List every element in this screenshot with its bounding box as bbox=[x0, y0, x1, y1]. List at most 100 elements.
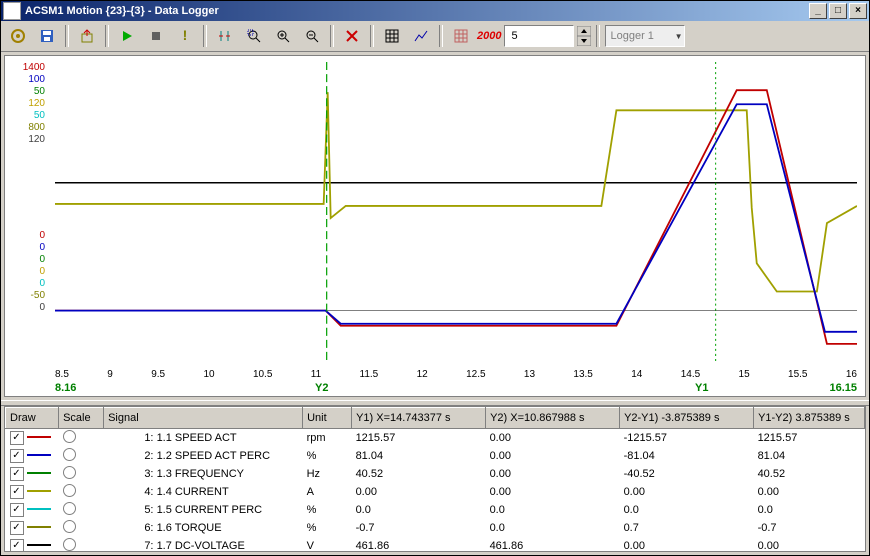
unit-cell: % bbox=[303, 501, 352, 519]
signal-name: 1.7 DC-VOLTAGE bbox=[157, 540, 297, 552]
table-row[interactable]: ✓ 7: 1.7 DC-VOLTAGEV461.86461.860.000.00 bbox=[6, 537, 865, 552]
clear-button[interactable] bbox=[339, 23, 365, 49]
y2-cell: 0.0 bbox=[486, 501, 620, 519]
diff-cell: 0.00 bbox=[620, 537, 754, 552]
scale-radio[interactable] bbox=[63, 448, 76, 461]
signal-name: 1.3 FREQUENCY bbox=[157, 468, 297, 480]
signal-table: Draw Scale Signal Unit Y1) X=14.743377 s… bbox=[5, 407, 865, 552]
draw-checkbox[interactable]: ✓ bbox=[10, 503, 24, 517]
diff2-cell: 1215.57 bbox=[754, 429, 865, 448]
y1-cell: -0.7 bbox=[352, 519, 486, 537]
scale-radio[interactable] bbox=[63, 466, 76, 479]
y2-cursor-label: Y2 bbox=[315, 382, 328, 394]
table-row[interactable]: ✓ 5: 1.5 CURRENT PERC%0.00.00.00.0 bbox=[6, 501, 865, 519]
y1-cell: 0.0 bbox=[352, 501, 486, 519]
scale-radio[interactable] bbox=[63, 520, 76, 533]
signal-name: 1.5 CURRENT PERC bbox=[157, 504, 297, 516]
table-row[interactable]: ✓ 3: 1.3 FREQUENCYHz40.520.00-40.5240.52 bbox=[6, 465, 865, 483]
diff-cell: 0.7 bbox=[620, 519, 754, 537]
save-button[interactable] bbox=[34, 23, 60, 49]
close-button[interactable]: × bbox=[849, 3, 867, 19]
row-index: 5: bbox=[144, 504, 153, 516]
export-button[interactable] bbox=[74, 23, 100, 49]
play-button[interactable] bbox=[114, 23, 140, 49]
col-y1[interactable]: Y1) X=14.743377 s bbox=[352, 408, 486, 429]
toolbar: ! 2000 Logger 1 bbox=[1, 21, 869, 52]
trigger-button[interactable]: ! bbox=[172, 23, 198, 49]
logger-select[interactable]: Logger 1 bbox=[605, 25, 685, 47]
row-index: 6: bbox=[144, 522, 153, 534]
number-input[interactable] bbox=[509, 29, 569, 43]
svg-text:!: ! bbox=[183, 28, 188, 43]
stop-button[interactable] bbox=[143, 23, 169, 49]
diff-cell: -81.04 bbox=[620, 447, 754, 465]
app-icon bbox=[3, 2, 21, 20]
maximize-button[interactable]: □ bbox=[829, 3, 847, 19]
signal-name: 1.2 SPEED ACT PERC bbox=[157, 450, 297, 462]
col-y2[interactable]: Y2) X=10.867988 s bbox=[486, 408, 620, 429]
col-unit[interactable]: Unit bbox=[303, 408, 352, 429]
y2-cell: 0.00 bbox=[486, 429, 620, 448]
unit-cell: Hz bbox=[303, 465, 352, 483]
diff2-cell: 0.00 bbox=[754, 483, 865, 501]
diff2-cell: 0.00 bbox=[754, 537, 865, 552]
y1-cell: 1215.57 bbox=[352, 429, 486, 448]
draw-checkbox[interactable]: ✓ bbox=[10, 431, 24, 445]
table-row[interactable]: ✓ 6: 1.6 TORQUE%-0.70.00.7-0.7 bbox=[6, 519, 865, 537]
y2-cell: 461.86 bbox=[486, 537, 620, 552]
chart-area[interactable]: 1400100501205080012000000-500 8.599.5101… bbox=[4, 55, 866, 397]
spinner-buttons[interactable] bbox=[577, 26, 591, 46]
draw-checkbox[interactable]: ✓ bbox=[10, 485, 24, 499]
number-field[interactable] bbox=[504, 25, 574, 47]
y1-cursor-label: Y1 bbox=[695, 382, 708, 394]
minimize-button[interactable]: _ bbox=[809, 3, 827, 19]
col-y2y1[interactable]: Y2-Y1) -3.875389 s bbox=[620, 408, 754, 429]
y2-cell: 0.0 bbox=[486, 519, 620, 537]
zoom-in-button[interactable] bbox=[270, 23, 296, 49]
signal-table-pane: Draw Scale Signal Unit Y1) X=14.743377 s… bbox=[4, 406, 866, 552]
scale-radio[interactable] bbox=[63, 430, 76, 443]
scale-radio[interactable] bbox=[63, 502, 76, 515]
chart-view-button[interactable] bbox=[408, 23, 434, 49]
y2-cell: 0.00 bbox=[486, 447, 620, 465]
col-scale[interactable]: Scale bbox=[59, 408, 104, 429]
window-title: ACSM1 Motion {23}-{3} - Data Logger bbox=[25, 5, 219, 17]
settings-button[interactable] bbox=[5, 23, 31, 49]
signal-name: 1.1 SPEED ACT bbox=[157, 432, 297, 444]
signal-name: 1.4 CURRENT bbox=[157, 486, 297, 498]
unit-cell: % bbox=[303, 519, 352, 537]
zoom-level-label: 2000 bbox=[477, 30, 501, 42]
table-view-button[interactable] bbox=[379, 23, 405, 49]
plot-canvas[interactable] bbox=[55, 62, 857, 364]
zoom-area-button[interactable] bbox=[241, 23, 267, 49]
scale-radio[interactable] bbox=[63, 538, 76, 551]
table-row[interactable]: ✓ 2: 1.2 SPEED ACT PERC%81.040.00-81.048… bbox=[6, 447, 865, 465]
draw-checkbox[interactable]: ✓ bbox=[10, 449, 24, 463]
diff-cell: -40.52 bbox=[620, 465, 754, 483]
col-y1y2[interactable]: Y1-Y2) 3.875389 s bbox=[754, 408, 865, 429]
y1-cell: 81.04 bbox=[352, 447, 486, 465]
row-index: 2: bbox=[144, 450, 153, 462]
diff2-cell: 0.0 bbox=[754, 501, 865, 519]
col-draw[interactable]: Draw bbox=[6, 408, 59, 429]
unit-cell: A bbox=[303, 483, 352, 501]
table-row[interactable]: ✓ 4: 1.4 CURRENTA0.000.000.000.00 bbox=[6, 483, 865, 501]
app-window: ACSM1 Motion {23}-{3} - Data Logger _ □ … bbox=[0, 0, 870, 556]
row-index: 4: bbox=[144, 486, 153, 498]
zoom-out-button[interactable] bbox=[299, 23, 325, 49]
diff2-cell: 81.04 bbox=[754, 447, 865, 465]
draw-checkbox[interactable]: ✓ bbox=[10, 539, 24, 552]
y2-cell: 0.00 bbox=[486, 465, 620, 483]
table-row[interactable]: ✓ 1: 1.1 SPEED ACTrpm1215.570.00-1215.57… bbox=[6, 429, 865, 448]
diff2-cell: 40.52 bbox=[754, 465, 865, 483]
y-axis-labels: 1400100501205080012000000-500 bbox=[7, 62, 45, 314]
grid-button[interactable] bbox=[448, 23, 474, 49]
col-signal[interactable]: Signal bbox=[104, 408, 303, 429]
row-index: 3: bbox=[144, 468, 153, 480]
x-range-end: 16.15 bbox=[829, 382, 857, 394]
draw-checkbox[interactable]: ✓ bbox=[10, 521, 24, 535]
draw-checkbox[interactable]: ✓ bbox=[10, 467, 24, 481]
unit-cell: V bbox=[303, 537, 352, 552]
cursor-tool-button[interactable] bbox=[212, 23, 238, 49]
scale-radio[interactable] bbox=[63, 484, 76, 497]
